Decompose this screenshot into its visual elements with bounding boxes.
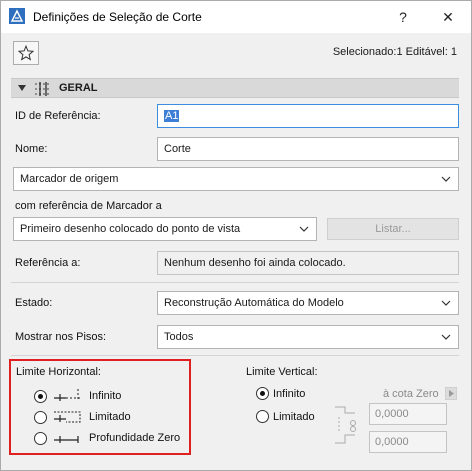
- archicad-app-icon: [9, 8, 25, 24]
- infinite-depth-icon: [54, 389, 80, 401]
- close-button[interactable]: ✕: [438, 7, 458, 27]
- section-title: GERAL: [59, 82, 98, 94]
- zero-depth-icon: [54, 436, 79, 443]
- vertical-top-value-input[interactable]: 0,0000: [369, 403, 447, 425]
- play-arrow-icon[interactable]: [445, 387, 457, 400]
- horizontal-limited-radio[interactable]: [34, 411, 47, 424]
- name-label: Nome:: [15, 143, 48, 155]
- ref-id-input[interactable]: A1: [157, 104, 459, 128]
- favorites-button[interactable]: [13, 41, 39, 65]
- marker-ref-label: com referência de Marcador a: [15, 200, 162, 212]
- show-floors-value: Todos: [164, 331, 194, 343]
- list-button[interactable]: Listar...: [327, 218, 459, 240]
- vertical-limit-title: Limite Vertical:: [246, 366, 318, 378]
- collapse-triangle-icon[interactable]: [18, 85, 26, 91]
- marker-ref-value: Primeiro desenho colocado do ponto de vi…: [20, 223, 241, 235]
- vertical-limited-radio[interactable]: [256, 410, 269, 423]
- chevron-down-icon: [299, 226, 309, 232]
- section-header-general[interactable]: GERAL: [11, 78, 459, 98]
- ref-id-value: A1: [164, 110, 180, 122]
- marker-type-value: Marcador de origem: [20, 173, 119, 185]
- horizontal-zero-depth-label: Profundidade Zero: [89, 432, 181, 444]
- horizontal-zero-depth-radio[interactable]: [34, 432, 47, 445]
- reference-label: Referência a:: [15, 257, 81, 269]
- horizontal-limit-title: Limite Horizontal:: [16, 366, 101, 378]
- window-title: Definições de Seleção de Corte: [33, 10, 202, 24]
- selection-info: Selecionado:1 Editável: 1: [332, 46, 457, 58]
- title-bar: Definições de Seleção de Corte ? ✕: [1, 1, 471, 33]
- vertical-infinite-label: Infinito: [273, 388, 306, 400]
- show-floors-label: Mostrar nos Pisos:: [15, 331, 107, 343]
- chevron-down-icon: [441, 334, 451, 340]
- state-value: Reconstrução Automática do Modelo: [164, 297, 344, 309]
- star-icon: [18, 45, 34, 61]
- horizontal-infinite-label: Infinito: [89, 390, 122, 402]
- chevron-down-icon: [441, 300, 451, 306]
- marker-ref-dropdown[interactable]: Primeiro desenho colocado do ponto de vi…: [13, 217, 317, 241]
- horizontal-infinite-radio[interactable]: [34, 390, 47, 403]
- marker-type-dropdown[interactable]: Marcador de origem: [13, 167, 459, 191]
- vertical-bottom-value-input[interactable]: 0,0000: [369, 431, 447, 453]
- chevron-down-icon: [441, 176, 451, 182]
- ref-id-label: ID de Referência:: [15, 110, 101, 122]
- help-button[interactable]: ?: [393, 7, 413, 27]
- state-dropdown[interactable]: Reconstrução Automática do Modelo: [157, 291, 459, 315]
- dialog-window: Definições de Seleção de Corte ? ✕ Selec…: [0, 0, 472, 471]
- reference-value: Nenhum desenho foi ainda colocado.: [157, 251, 459, 275]
- limited-depth-icon: [54, 411, 81, 423]
- elevation-reference-label: à cota Zero: [383, 388, 439, 400]
- name-input[interactable]: Corte: [157, 137, 459, 161]
- vertical-limit-diagram-icon: [335, 406, 356, 444]
- state-label: Estado:: [15, 297, 53, 309]
- section-marker-icon: [35, 82, 51, 96]
- vertical-infinite-radio[interactable]: [256, 387, 269, 400]
- divider: [11, 355, 459, 356]
- divider: [11, 282, 459, 283]
- vertical-limited-label: Limitado: [273, 411, 315, 423]
- horizontal-limited-label: Limitado: [89, 411, 131, 423]
- show-floors-dropdown[interactable]: Todos: [157, 325, 459, 349]
